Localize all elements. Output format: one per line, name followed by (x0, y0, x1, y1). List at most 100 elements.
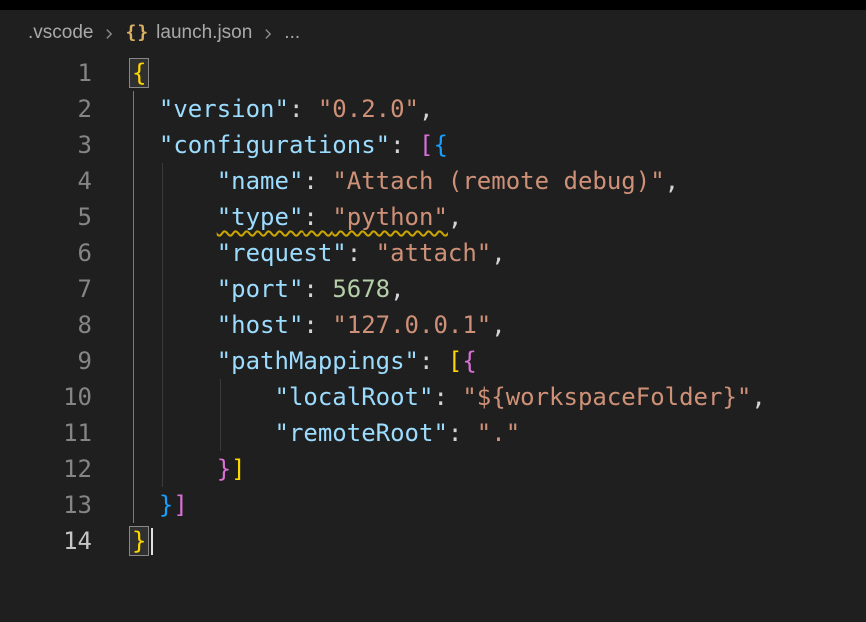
code-line[interactable]: 3 "configurations": [{ (0, 127, 866, 163)
code-text: "pathMappings": [{ (92, 343, 477, 379)
code-token (130, 419, 275, 447)
code-token: , (448, 203, 462, 231)
code-text: "localRoot": "${workspaceFolder}", (92, 379, 766, 415)
text-cursor (151, 528, 153, 555)
code-text: "remoteRoot": "." (92, 415, 520, 451)
json-braces-icon: {} (125, 22, 149, 43)
matched-bracket: } (130, 527, 148, 555)
code-token: "name" (217, 167, 304, 195)
code-token: : (303, 275, 332, 303)
window-top-edge (0, 0, 866, 10)
code-token: : (347, 239, 376, 267)
code-line[interactable]: 11 "remoteRoot": "." (0, 415, 866, 451)
code-line[interactable]: 5 "type": "python", (0, 199, 866, 235)
code-line[interactable]: 10 "localRoot": "${workspaceFolder}", (0, 379, 866, 415)
line-number[interactable]: 11 (0, 415, 92, 451)
line-number[interactable]: 5 (0, 199, 92, 235)
line-number[interactable]: 6 (0, 235, 92, 271)
line-number[interactable]: 14 (0, 523, 92, 559)
chevron-right-icon (261, 27, 275, 41)
line-number[interactable]: 9 (0, 343, 92, 379)
line-number[interactable]: 3 (0, 127, 92, 163)
breadcrumb-file-label: launch.json (156, 22, 252, 44)
code-token: : (419, 347, 448, 375)
code-text: { (92, 55, 148, 91)
code-token: "attach" (376, 239, 492, 267)
line-number[interactable]: 7 (0, 271, 92, 307)
code-area[interactable]: 1{2 "version": "0.2.0",3 "configurations… (0, 55, 866, 559)
code-token: "python" (332, 203, 448, 231)
code-line[interactable]: 2 "version": "0.2.0", (0, 91, 866, 127)
code-token: "Attach (remote debug)" (332, 167, 664, 195)
code-token: ] (173, 491, 187, 519)
breadcrumb-folder-label: .vscode (28, 22, 93, 44)
code-line[interactable]: 14} (0, 523, 866, 559)
code-line[interactable]: 13 }] (0, 487, 866, 523)
code-line[interactable]: 1{ (0, 55, 866, 91)
code-token: , (665, 167, 679, 195)
code-token: 5678 (332, 275, 390, 303)
code-token: "0.2.0" (318, 95, 419, 123)
line-number[interactable]: 1 (0, 55, 92, 91)
code-token: "${workspaceFolder}" (462, 383, 751, 411)
code-token: "host" (217, 311, 304, 339)
code-text: }] (92, 487, 188, 523)
code-text: "configurations": [{ (92, 127, 448, 163)
code-token: : (433, 383, 462, 411)
code-text: "version": "0.2.0", (92, 91, 433, 127)
breadcrumb-file[interactable]: {} launch.json (125, 22, 252, 44)
code-token: } (159, 491, 173, 519)
code-token: ] (231, 455, 245, 483)
code-token: "port" (217, 275, 304, 303)
breadcrumb: .vscode {} launch.json ... (0, 10, 866, 55)
code-token (130, 383, 275, 411)
code-text: "type": "python", (92, 199, 462, 235)
code-token (130, 347, 217, 375)
line-number[interactable]: 10 (0, 379, 92, 415)
code-token: } (217, 455, 231, 483)
breadcrumb-symbol-label: ... (284, 22, 300, 44)
code-text: } (92, 523, 153, 559)
code-token (130, 275, 217, 303)
code-token (130, 455, 217, 483)
code-token: "remoteRoot" (275, 419, 448, 447)
code-token: : (448, 419, 477, 447)
code-token: , (390, 275, 404, 303)
code-editor[interactable]: 1{2 "version": "0.2.0",3 "configurations… (0, 55, 866, 559)
code-token: : (303, 167, 332, 195)
code-text: "name": "Attach (remote debug)", (92, 163, 679, 199)
code-line[interactable]: 8 "host": "127.0.0.1", (0, 307, 866, 343)
code-token: : (303, 203, 332, 231)
code-text: "port": 5678, (92, 271, 405, 307)
code-token: "type" (217, 203, 304, 231)
code-token (130, 131, 159, 159)
code-line[interactable]: 6 "request": "attach", (0, 235, 866, 271)
code-token (130, 239, 217, 267)
code-text: "request": "attach", (92, 235, 506, 271)
line-number[interactable]: 13 (0, 487, 92, 523)
code-token: "localRoot" (275, 383, 434, 411)
line-number[interactable]: 4 (0, 163, 92, 199)
code-token: [ (448, 347, 462, 375)
matched-bracket: { (130, 59, 148, 87)
code-line[interactable]: 9 "pathMappings": [{ (0, 343, 866, 379)
breadcrumb-folder[interactable]: .vscode (28, 22, 93, 44)
code-token (130, 491, 159, 519)
breadcrumb-symbol[interactable]: ... (284, 22, 300, 44)
code-line[interactable]: 12 }] (0, 451, 866, 487)
code-token: , (491, 239, 505, 267)
line-number[interactable]: 8 (0, 307, 92, 343)
chevron-right-icon (102, 27, 116, 41)
line-number[interactable]: 2 (0, 91, 92, 127)
code-token: : (390, 131, 419, 159)
code-line[interactable]: 4 "name": "Attach (remote debug)", (0, 163, 866, 199)
code-text: "host": "127.0.0.1", (92, 307, 506, 343)
code-token: , (491, 311, 505, 339)
code-token: "." (477, 419, 520, 447)
line-number[interactable]: 12 (0, 451, 92, 487)
code-token (130, 203, 217, 231)
code-token: "pathMappings" (217, 347, 419, 375)
code-line[interactable]: 7 "port": 5678, (0, 271, 866, 307)
code-token: "request" (217, 239, 347, 267)
code-token: : (289, 95, 318, 123)
